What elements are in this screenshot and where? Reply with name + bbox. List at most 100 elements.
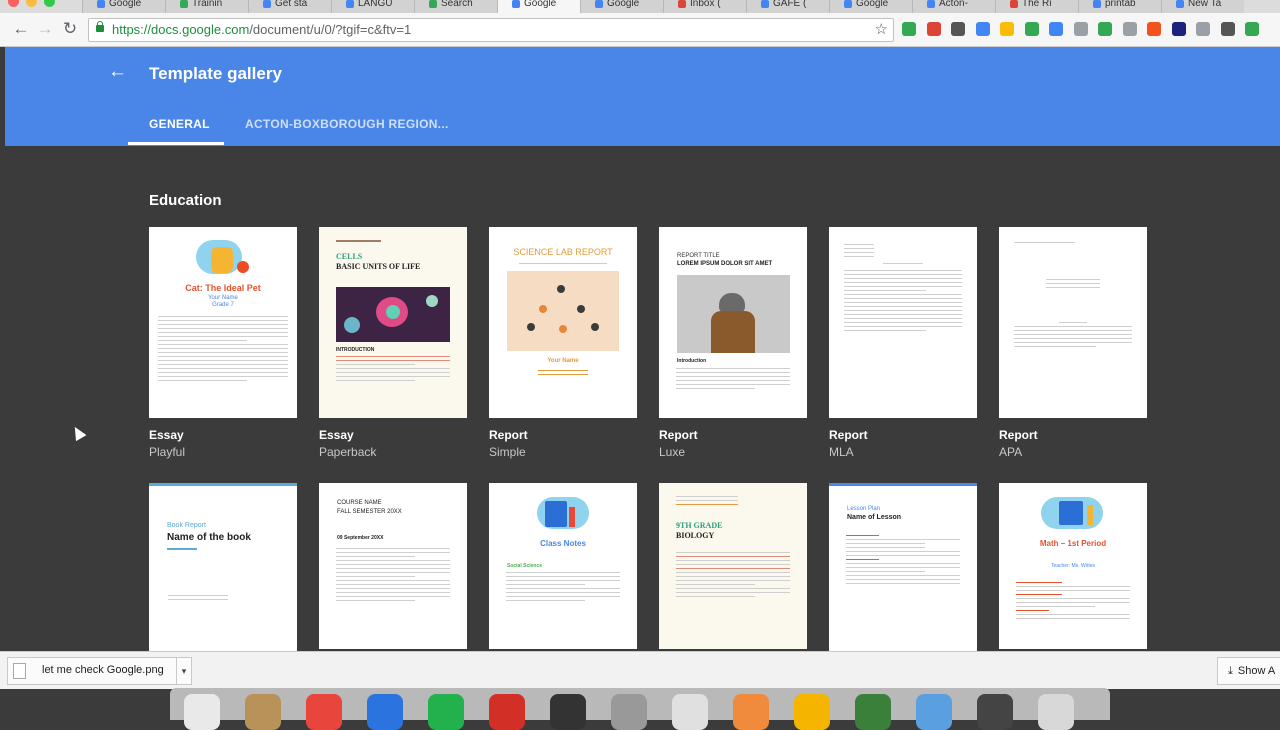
download-file-name: let me check Google.png [42,664,164,676]
download-item[interactable]: let me check Google.png ▾ [7,657,192,685]
dock-app-icon[interactable] [550,694,586,730]
tab-general[interactable]: GENERAL [149,117,210,131]
tab-favicon-icon [595,0,603,8]
back-arrow-icon[interactable]: ← [108,61,127,83]
dock-app-icon[interactable] [916,694,952,730]
dock-app-icon[interactable] [672,694,708,730]
address-bar[interactable]: https://docs.google.com/document/u/0/?tg… [88,18,894,42]
extension-icon[interactable] [1245,22,1259,36]
bookmark-star-icon[interactable]: ☆ [875,20,888,38]
browser-tab[interactable]: Get sta [248,0,331,13]
template-card-essay-playful[interactable]: Cat: The Ideal Pet Your Name Grade 7 [149,227,297,418]
dock-app-icon[interactable] [977,694,1013,730]
extension-icon[interactable] [1073,22,1088,36]
extension-icon[interactable] [1049,22,1063,36]
browser-tab[interactable]: Google [82,0,165,13]
extension-icon[interactable] [951,22,965,36]
card-heading-line [336,240,381,242]
window-zoom-button[interactable] [44,0,55,7]
extension-icon[interactable] [1220,22,1235,36]
template-card-report-luxe[interactable]: REPORT TITLE LOREM IPSUM DOLOR SIT AMET … [659,227,807,418]
tab-favicon-icon [1176,0,1184,8]
card-title: Cat: The Ideal Pet [185,283,261,293]
extension-icon[interactable] [1122,22,1137,36]
window-close-button[interactable] [8,0,19,7]
forward-icon[interactable]: → [35,19,55,39]
back-icon[interactable]: ← [11,19,31,39]
extension-icon[interactable] [1024,22,1039,36]
dock-app-icon[interactable] [794,694,830,730]
extension-icon[interactable] [902,22,916,36]
browser-tab[interactable]: Google [580,0,663,13]
browser-tab[interactable]: GAFE ( [746,0,829,13]
extension-icon[interactable] [1147,22,1161,36]
card-body-text [1005,239,1141,350]
file-icon [13,663,26,679]
extension-icon[interactable] [926,22,941,36]
template-type-label: Report [659,428,698,442]
tab-favicon-icon [1093,0,1101,8]
browser-tab[interactable]: New Ta [1161,0,1244,13]
dock-app-icon[interactable] [184,694,220,730]
template-style-label: Paperback [319,445,377,459]
card-section-label: Introduction [677,358,707,364]
template-type-label: Report [999,428,1038,442]
template-card-report-apa[interactable] [999,227,1147,418]
dock-app-icon[interactable] [428,694,464,730]
tab-favicon-icon [429,0,437,8]
template-card-biology[interactable]: 9TH GRADE BIOLOGY [659,483,807,649]
dock-app-icon[interactable] [611,694,647,730]
template-card-essay-paperback[interactable]: CELLS BASIC UNITS OF LIFE INTRODUCTION [319,227,467,418]
browser-tab[interactable]: The Ri [995,0,1078,13]
template-card-math[interactable]: Math – 1st Period Teacher: Ms. Writes [999,483,1147,649]
extension-icon[interactable] [1171,22,1186,36]
template-card-class-notes[interactable]: Class Notes Social Science [489,483,637,649]
extension-icon[interactable] [1000,22,1014,36]
browser-toolbar: ← → ↻ https://docs.google.com/document/u… [0,13,1280,47]
dock-app-icon[interactable] [855,694,891,730]
card-body-text [835,241,971,334]
show-all-downloads-button[interactable]: ⤓ Show A [1217,657,1280,685]
browser-tab[interactable]: printab [1078,0,1161,13]
browser-tab[interactable]: Acton- [912,0,995,13]
card-subtitle: BIOLOGY [676,531,715,540]
card-title: Book Report [167,522,206,529]
template-card-book-report[interactable]: Book Report Name of the book [149,483,297,652]
extension-icon[interactable] [1196,22,1210,36]
chevron-down-icon[interactable]: ▾ [176,658,191,684]
template-card-report-simple[interactable]: SCIENCE LAB REPORT Your Name [489,227,637,418]
card-body-text [667,365,799,392]
browser-tab[interactable]: Google [497,0,580,13]
browser-tab[interactable]: LANGU [331,0,414,13]
template-style-label: Playful [149,445,186,459]
tab-favicon-icon [180,0,188,8]
tab-acton-boxborough[interactable]: ACTON-BOXBOROUGH REGION... [245,117,449,131]
card-title: COURSE NAME [337,500,382,506]
dock-app-icon[interactable] [367,694,403,730]
dock-app-icon[interactable] [733,694,769,730]
dock-app-icon[interactable] [1038,694,1074,730]
template-style-label: APA [999,445,1023,459]
dock-app-icon[interactable] [306,694,342,730]
dock-app-icon[interactable] [489,694,525,730]
browser-tab-label: The Ri [1022,0,1052,9]
extension-icon[interactable] [1098,22,1112,36]
tab-favicon-icon [678,0,686,8]
card-subtitle: BASIC UNITS OF LIFE [336,262,421,271]
dock-app-icon[interactable] [245,694,281,730]
window-minimize-button[interactable] [26,0,37,7]
browser-tab[interactable]: Inbox ( [663,0,746,13]
reload-icon[interactable]: ↻ [60,19,80,39]
browser-tab[interactable]: Search [414,0,497,13]
browser-tab[interactable]: Trainin [165,0,248,13]
template-style-label: MLA [829,445,854,459]
card-subtitle: Name of the book [167,532,251,543]
browser-tab[interactable]: Google [829,0,912,13]
book-icon [545,501,567,527]
extension-icon[interactable] [975,22,990,36]
card-body-text [667,549,799,600]
template-card-course-notes[interactable]: COURSE NAME FALL SEMESTER 20XX 09 Septem… [319,483,467,649]
card-body-text [497,569,629,604]
template-card-report-mla[interactable] [829,227,977,418]
template-card-lesson-plan[interactable]: Lesson Plan Name of Lesson [829,483,977,652]
